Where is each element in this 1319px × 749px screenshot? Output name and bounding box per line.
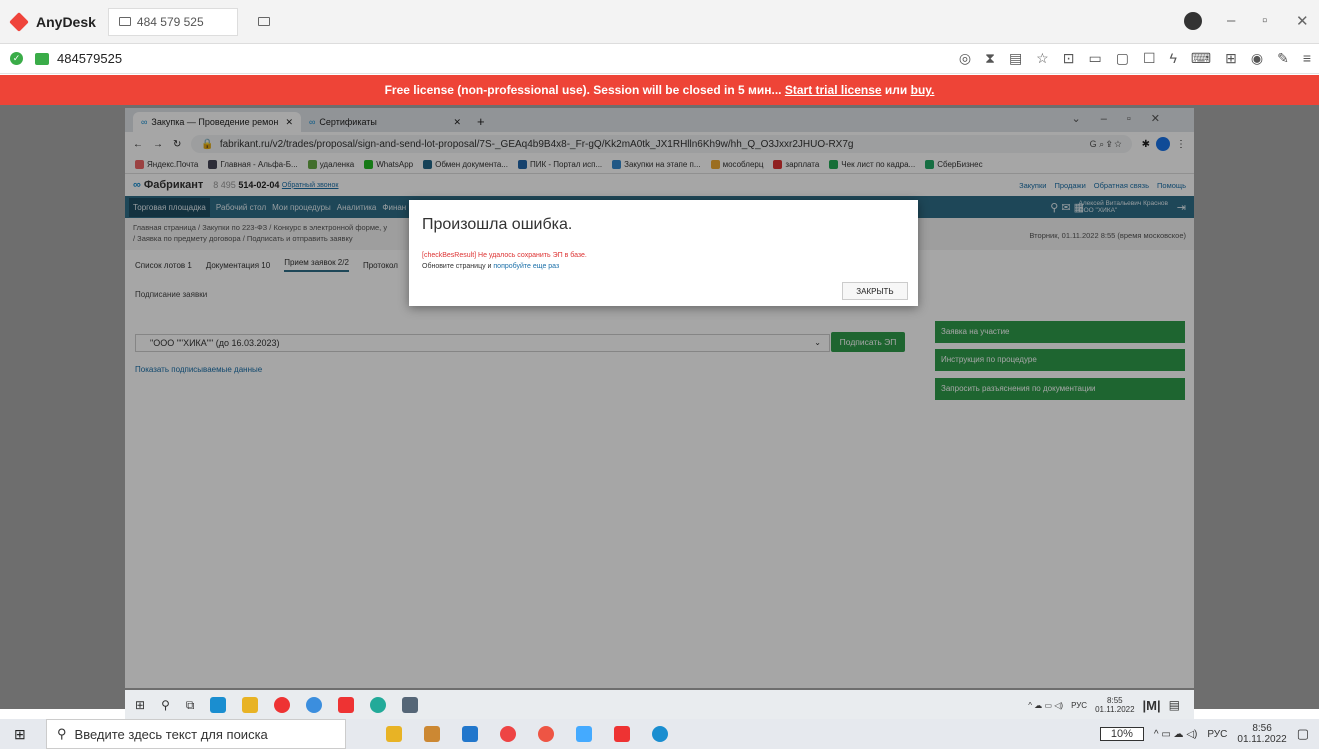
error-message: [checkBesResult] Не удалось сохранить ЭП… — [422, 252, 587, 259]
folder-icon[interactable] — [386, 726, 402, 742]
session-tab-label: 484 579 525 — [136, 14, 204, 29]
calculator-icon[interactable] — [402, 697, 419, 713]
switch-icon[interactable]: ⊞ — [1225, 50, 1237, 67]
modal-overlay — [125, 108, 1194, 688]
session-id: 484579525 — [57, 51, 123, 66]
folder-icon[interactable] — [242, 697, 259, 713]
anydesk-toolbar: ✓ 484579525 ◎ ⧗ ▤ ☆ ⊡ ▭ ▢ ☐ ϟ ⌨ ⊞ ◉ ✎ ≡ — [0, 44, 1319, 74]
edge-icon[interactable] — [652, 726, 668, 742]
local-taskbar: ⊞ ⚲ Введите здесь текст для поиска 10% ^… — [0, 719, 1319, 749]
license-banner: Free license (non-professional use). Ses… — [0, 75, 1319, 105]
remote-tray: ^ ☁ ▭ ◁) РУС 8:55 01.11.2022 |M| ▤ — [1028, 696, 1194, 714]
clock[interactable]: 8:55 01.11.2022 — [1095, 696, 1134, 714]
remote-taskbar: ⊞ ⚲ ⧉ ^ ☁ ▭ ◁) РУС 8:55 01.11.2022 |M| ▤ — [125, 690, 1194, 720]
chat-icon[interactable]: ▢ — [1116, 50, 1129, 67]
dialog-title: Произошла ошибка. — [422, 216, 573, 233]
search-icon: ⚲ — [57, 726, 67, 741]
media-icon[interactable]: |M| — [1143, 698, 1161, 713]
anydesk-logo-icon — [9, 11, 29, 32]
search-placeholder: Введите здесь текст для поиска — [74, 726, 268, 742]
keyboard-icon[interactable]: ⌨ — [1191, 50, 1211, 67]
record-icon[interactable]: ◉ — [1251, 50, 1263, 67]
minimize-icon[interactable]: – — [1227, 12, 1235, 29]
monitor-icon — [118, 17, 131, 26]
mail-icon[interactable] — [210, 697, 227, 713]
anydesk-logo: AnyDesk — [9, 11, 96, 32]
app-icon[interactable] — [424, 726, 440, 742]
timer-icon[interactable]: ⧗ — [985, 50, 995, 67]
file-icon[interactable]: ▤ — [1009, 50, 1022, 67]
lang[interactable]: РУС — [1071, 701, 1087, 710]
session-tab[interactable]: 484 579 525 — [107, 7, 238, 36]
app-name: AnyDesk — [36, 13, 96, 30]
pinned-apps — [386, 726, 668, 742]
lang[interactable]: РУС — [1207, 729, 1227, 740]
account-icon[interactable] — [1184, 12, 1202, 30]
battery-indicator[interactable]: 10% — [1099, 727, 1144, 741]
app-icon[interactable] — [576, 726, 592, 742]
chrome-icon[interactable] — [500, 726, 516, 742]
local-tray: 10% ^ ▭ ☁ ◁) РУС 8:56 01.11.2022 ▢ — [1099, 719, 1319, 749]
notifications-icon[interactable]: ▤ — [1169, 698, 1180, 712]
tray-icons[interactable]: ^ ☁ ▭ ◁) — [1028, 701, 1063, 710]
search-icon[interactable]: ⚲ — [161, 698, 170, 712]
retry-link[interactable]: попробуйте еще раз — [493, 263, 559, 270]
yandex-icon[interactable] — [274, 697, 291, 713]
hint-message: Обновите страницу и попробуйте еще раз — [422, 263, 559, 270]
tray-icons[interactable]: ^ ▭ ☁ ◁) — [1154, 729, 1198, 740]
message-icon[interactable]: ☐ — [1143, 50, 1156, 67]
buy-link[interactable]: buy. — [911, 83, 935, 97]
close-icon[interactable]: ✕ — [1296, 12, 1309, 30]
favorite-icon[interactable]: ☆ — [1036, 50, 1049, 67]
remote-monitor-icon — [35, 52, 49, 65]
action-icon[interactable]: ϟ — [1170, 50, 1177, 67]
connected-icon: ✓ — [10, 52, 23, 65]
anydesk-title-bar: AnyDesk 484 579 525 – ▫ ✕ — [0, 0, 1319, 44]
display-icon[interactable]: ▭ — [1088, 50, 1101, 67]
banner-text: Free license (non-professional use). Ses… — [384, 83, 782, 97]
new-session-icon[interactable] — [257, 17, 270, 26]
app-icon[interactable] — [462, 726, 478, 742]
windows-start-icon[interactable]: ⊞ — [14, 726, 26, 743]
maximize-icon[interactable]: ▫ — [1262, 12, 1267, 29]
anydesk-icon[interactable] — [338, 697, 355, 713]
toolbar-icons: ◎ ⧗ ▤ ☆ ⊡ ▭ ▢ ☐ ϟ ⌨ ⊞ ◉ ✎ ≡ — [959, 50, 1311, 67]
close-button[interactable]: ЗАКРЫТЬ — [842, 282, 908, 300]
error-dialog: Произошла ошибка. [checkBesResult] Не уд… — [409, 200, 918, 306]
transfer-icon[interactable]: ⊡ — [1063, 50, 1075, 67]
banner-or: или — [884, 83, 908, 97]
privacy-icon[interactable]: ◎ — [959, 50, 971, 67]
anydesk-icon[interactable] — [614, 726, 630, 742]
draw-icon[interactable]: ✎ — [1277, 50, 1289, 67]
taskbar-search[interactable]: ⚲ Введите здесь текст для поиска — [46, 719, 346, 749]
notifications-icon[interactable]: ▢ — [1297, 726, 1309, 742]
hint-text: Обновите страницу и — [422, 263, 494, 270]
clock[interactable]: 8:56 01.11.2022 — [1237, 723, 1286, 745]
start-trial-link[interactable]: Start trial license — [785, 83, 882, 97]
app-icon[interactable] — [306, 697, 323, 713]
menu-icon[interactable]: ≡ — [1303, 50, 1311, 67]
chrome-icon[interactable] — [370, 697, 387, 713]
windows-start-icon[interactable]: ⊞ — [135, 698, 145, 712]
chrome-icon[interactable] — [538, 726, 554, 742]
task-view-icon[interactable]: ⧉ — [186, 698, 195, 713]
